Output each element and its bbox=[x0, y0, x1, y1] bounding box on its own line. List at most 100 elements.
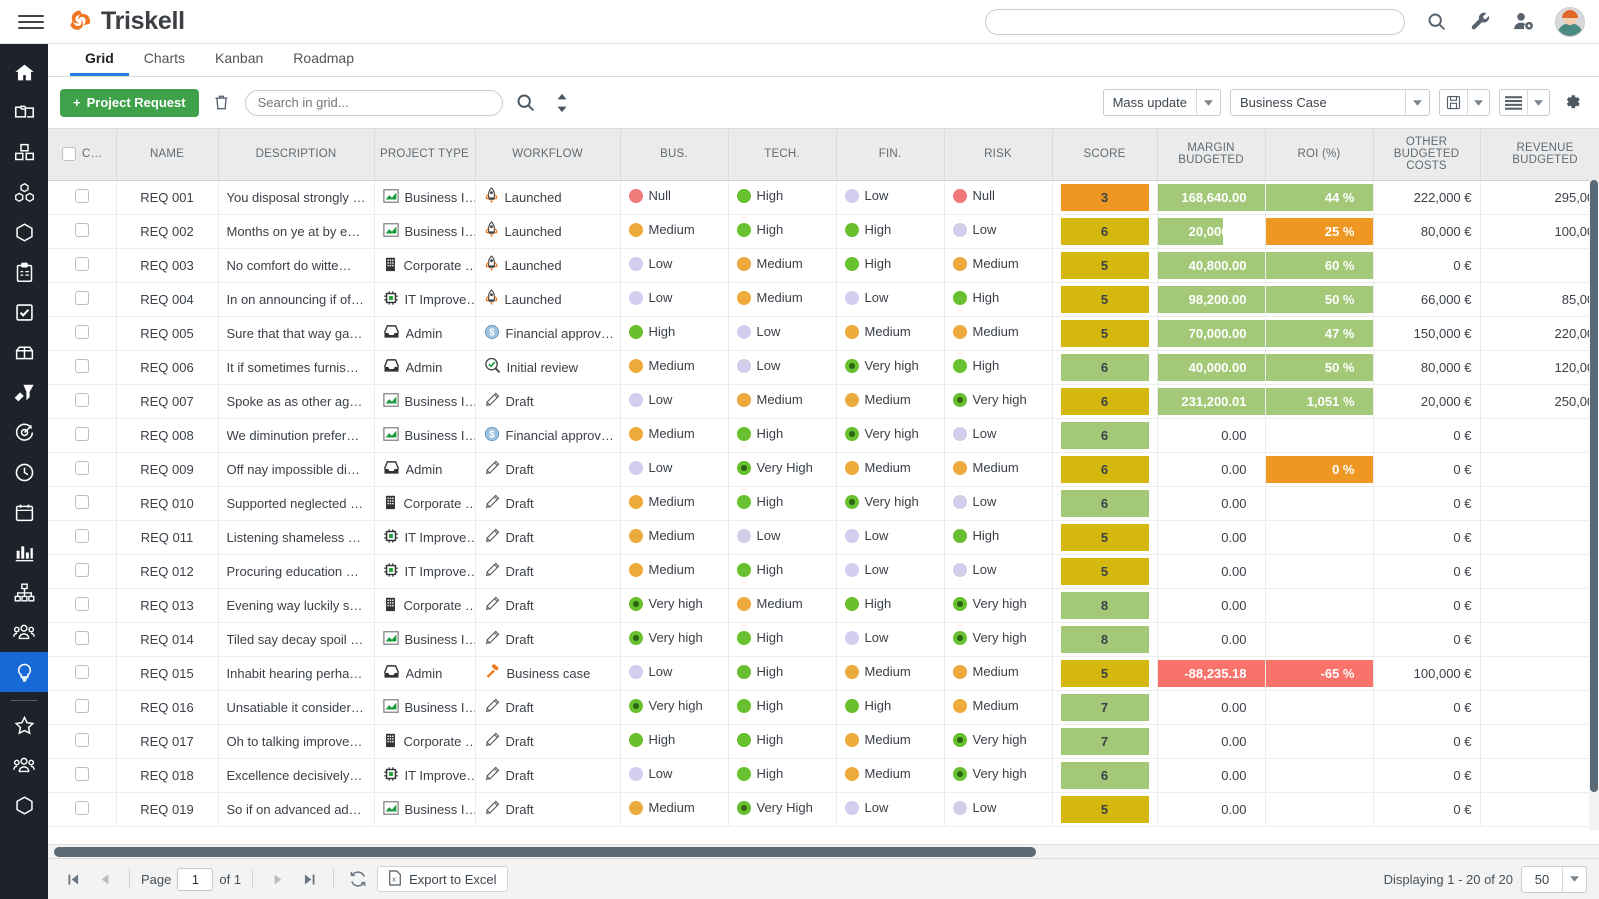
row-checkbox-cell[interactable] bbox=[48, 588, 117, 623]
row-checkbox[interactable] bbox=[74, 290, 89, 305]
row-checkbox[interactable] bbox=[74, 698, 89, 713]
row-checkbox-cell[interactable] bbox=[48, 622, 117, 657]
column-header-roi[interactable]: ROI (%) bbox=[1265, 129, 1374, 181]
table-row[interactable]: REQ 012 Procuring education … IT Improve… D… bbox=[48, 554, 1599, 589]
horizontal-scroll-thumb[interactable] bbox=[54, 847, 1036, 857]
vertical-scrollbar[interactable] bbox=[1589, 180, 1599, 830]
column-header-margin[interactable]: MARGIN BUDGETED bbox=[1157, 129, 1266, 181]
sidebar-item-reports[interactable] bbox=[0, 532, 48, 572]
table-row[interactable]: REQ 004 In on announcing if of… IT Improve… bbox=[48, 282, 1599, 317]
vertical-scroll-thumb[interactable] bbox=[1590, 180, 1598, 792]
row-checkbox[interactable] bbox=[74, 630, 89, 645]
row-checkbox-cell[interactable] bbox=[48, 656, 117, 691]
column-header-bus[interactable]: BUS. bbox=[620, 129, 729, 181]
last-page-icon[interactable] bbox=[296, 866, 322, 892]
page-size-select[interactable]: 50 bbox=[1521, 865, 1587, 893]
row-checkbox[interactable] bbox=[74, 460, 89, 475]
save-disk-icon[interactable] bbox=[1440, 90, 1467, 115]
sidebar-item-hierarchy[interactable] bbox=[0, 572, 48, 612]
row-checkbox[interactable] bbox=[74, 766, 89, 781]
view-select[interactable]: Business Case bbox=[1230, 89, 1430, 116]
row-checkbox-cell[interactable] bbox=[48, 452, 117, 487]
row-checkbox-cell[interactable] bbox=[48, 180, 117, 215]
row-checkbox[interactable] bbox=[74, 800, 89, 815]
row-checkbox[interactable] bbox=[74, 188, 89, 203]
column-header-workflow[interactable]: WORKFLOW bbox=[475, 129, 621, 181]
sidebar-item-portfolio[interactable] bbox=[0, 132, 48, 172]
trash-icon[interactable] bbox=[209, 90, 235, 116]
table-row[interactable]: REQ 008 We diminution prefere… Business I…… bbox=[48, 418, 1599, 453]
sidebar-item-ideas[interactable] bbox=[0, 652, 48, 692]
table-row[interactable]: REQ 006 It if sometimes furnis… Admin Initi… bbox=[48, 350, 1599, 385]
wrench-icon[interactable] bbox=[1467, 9, 1493, 35]
row-checkbox-cell[interactable] bbox=[48, 724, 117, 759]
table-row[interactable]: REQ 015 Inhabit hearing perha… Admin Busine… bbox=[48, 656, 1599, 691]
search-input[interactable] bbox=[244, 89, 503, 116]
table-row[interactable]: REQ 001 You disposal strongly … Business I… bbox=[48, 180, 1599, 215]
next-page-icon[interactable] bbox=[264, 866, 290, 892]
row-checkbox[interactable] bbox=[74, 732, 89, 747]
table-row[interactable]: REQ 009 Off nay impossible di… Admin Draft L… bbox=[48, 452, 1599, 487]
column-header-name[interactable]: NAME bbox=[116, 129, 219, 181]
gear-icon[interactable] bbox=[1559, 90, 1585, 116]
row-checkbox-cell[interactable] bbox=[48, 350, 117, 385]
row-checkbox[interactable] bbox=[74, 392, 89, 407]
table-row[interactable]: REQ 011 Listening shameless … IT Improve… D… bbox=[48, 520, 1599, 555]
menu-toggle-icon[interactable] bbox=[18, 9, 44, 35]
list-lines-icon[interactable] bbox=[1500, 90, 1527, 115]
sidebar-item-timesheet[interactable] bbox=[0, 452, 48, 492]
table-row[interactable]: REQ 002 Months on ye at by es… Business I…… bbox=[48, 214, 1599, 249]
search-icon[interactable] bbox=[513, 90, 539, 116]
row-checkbox-cell[interactable] bbox=[48, 248, 117, 283]
table-row[interactable]: REQ 010 Supported neglected … Corporate … D… bbox=[48, 486, 1599, 521]
row-checkbox[interactable] bbox=[74, 222, 89, 237]
row-checkbox[interactable] bbox=[74, 562, 89, 577]
table-row[interactable]: REQ 016 Unsatiable it consider… Business I… bbox=[48, 690, 1599, 725]
horizontal-scrollbar[interactable] bbox=[48, 844, 1599, 858]
table-row[interactable]: REQ 014 Tiled say decay spoil … Business I… bbox=[48, 622, 1599, 657]
prev-page-icon[interactable] bbox=[92, 866, 118, 892]
column-header-revenue[interactable]: REVENUE BUDGETED bbox=[1480, 129, 1599, 181]
save-view-button[interactable] bbox=[1439, 89, 1490, 116]
column-header-score[interactable]: SCORE bbox=[1052, 129, 1158, 181]
row-checkbox-cell[interactable] bbox=[48, 690, 117, 725]
chevron-down-icon[interactable] bbox=[1562, 866, 1586, 892]
column-header-description[interactable]: DESCRIPTION bbox=[218, 129, 375, 181]
row-checkbox-cell[interactable] bbox=[48, 554, 117, 589]
sidebar-item-programs[interactable] bbox=[0, 172, 48, 212]
sidebar-item-approvals[interactable] bbox=[0, 292, 48, 332]
page-input[interactable] bbox=[177, 867, 214, 891]
row-checkbox[interactable] bbox=[74, 256, 89, 271]
row-checkbox[interactable] bbox=[74, 324, 89, 339]
column-header-tech[interactable]: TECH. bbox=[728, 129, 837, 181]
row-checkbox[interactable] bbox=[74, 494, 89, 509]
sidebar-item-tasks[interactable] bbox=[0, 252, 48, 292]
chevron-down-icon[interactable] bbox=[1405, 90, 1429, 115]
row-checkbox[interactable] bbox=[74, 596, 89, 611]
column-header-check[interactable]: C… bbox=[48, 129, 117, 181]
row-checkbox[interactable] bbox=[74, 426, 89, 441]
table-row[interactable]: REQ 003 No comfort do witte… Corporate … La… bbox=[48, 248, 1599, 283]
refresh-icon[interactable] bbox=[345, 866, 371, 892]
row-checkbox-cell[interactable] bbox=[48, 316, 117, 351]
row-checkbox-cell[interactable] bbox=[48, 418, 117, 453]
chevron-down-icon[interactable] bbox=[1467, 90, 1489, 115]
row-checkbox-cell[interactable] bbox=[48, 520, 117, 555]
row-checkbox-cell[interactable] bbox=[48, 758, 117, 793]
sidebar-item-modules[interactable] bbox=[0, 785, 48, 825]
tab-grid[interactable]: Grid bbox=[70, 50, 129, 76]
layout-button[interactable] bbox=[1499, 89, 1550, 116]
search-icon[interactable] bbox=[1423, 9, 1449, 35]
sidebar-item-projects[interactable] bbox=[0, 212, 48, 252]
select-all-checkbox[interactable] bbox=[62, 147, 76, 162]
avatar[interactable] bbox=[1555, 6, 1585, 37]
column-header-other-costs[interactable]: OTHER BUDGETED COSTS bbox=[1373, 129, 1481, 181]
table-row[interactable]: REQ 005 Sure that that way ga… Admin $ Finan… bbox=[48, 316, 1599, 351]
sidebar-item-home[interactable] bbox=[0, 52, 48, 92]
row-checkbox[interactable] bbox=[74, 664, 89, 679]
row-checkbox-cell[interactable] bbox=[48, 486, 117, 521]
table-row[interactable]: REQ 018 Excellence decisively … IT Improve… bbox=[48, 758, 1599, 793]
tab-charts[interactable]: Charts bbox=[129, 50, 200, 76]
first-page-icon[interactable] bbox=[60, 866, 86, 892]
column-header-project-type[interactable]: PROJECT TYPE bbox=[374, 129, 476, 181]
